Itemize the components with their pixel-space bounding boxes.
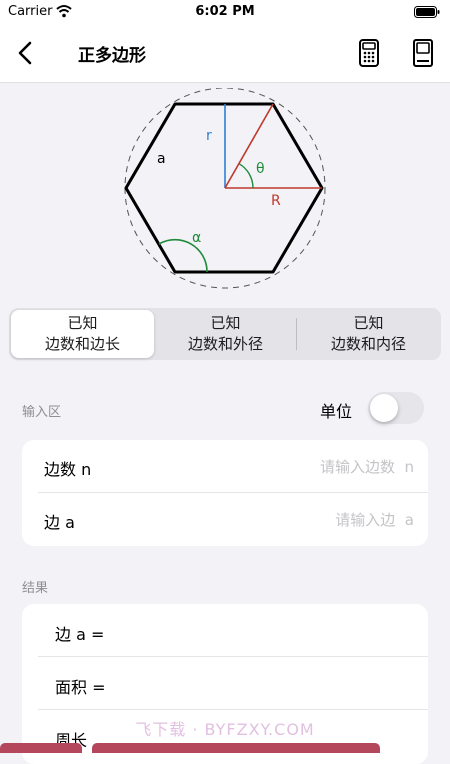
page-title: 正多边形 bbox=[78, 46, 146, 66]
sides-input[interactable] bbox=[212, 454, 416, 480]
label-R: R bbox=[271, 193, 281, 209]
nav-bar: 正多边形 bbox=[0, 24, 450, 83]
toggle-knob bbox=[370, 394, 398, 422]
tab-sides-and-inradius[interactable]: 已知 边数和内径 bbox=[297, 310, 440, 358]
back-button[interactable] bbox=[10, 36, 40, 70]
status-time: 6:02 PM bbox=[195, 4, 255, 19]
bottom-button-left[interactable] bbox=[0, 743, 82, 753]
edge-label: 边 a bbox=[44, 513, 75, 532]
mode-segmented-control: 已知 边数和边长 已知 边数和外径 已知 边数和内径 bbox=[9, 308, 441, 360]
input-section-label: 输入区 bbox=[22, 405, 62, 420]
calculator-icon[interactable] bbox=[356, 38, 382, 68]
bottom-button-main[interactable] bbox=[92, 743, 380, 753]
tab-line1: 已知 bbox=[67, 314, 98, 332]
polygon-diagram: r a θ R α bbox=[124, 88, 326, 289]
chevron-left-icon bbox=[18, 41, 32, 65]
tab-line2: 边数和外径 bbox=[187, 335, 263, 353]
circumradius-line-diagonal bbox=[224, 103, 274, 189]
watermark: 飞下载 · BYFZXY.COM bbox=[135, 720, 315, 739]
tab-line2: 边数和内径 bbox=[330, 335, 406, 353]
label-r: r bbox=[206, 128, 212, 144]
edge-input[interactable] bbox=[212, 507, 416, 533]
label-alpha: α bbox=[192, 230, 201, 246]
status-bar: Carrier 6:02 PM bbox=[0, 0, 450, 24]
tab-sides-and-circumradius[interactable]: 已知 边数和外径 bbox=[154, 310, 297, 358]
result-row-area: 面积 = bbox=[22, 657, 428, 709]
battery-icon bbox=[414, 6, 440, 18]
label-a: a bbox=[157, 151, 166, 167]
label-theta: θ bbox=[256, 161, 265, 177]
input-row-edge: 边 a bbox=[22, 493, 428, 545]
sides-label: 边数 n bbox=[44, 460, 92, 479]
tab-line1: 已知 bbox=[210, 314, 241, 332]
tab-line1: 已知 bbox=[353, 314, 384, 332]
result-section-label: 结果 bbox=[22, 581, 49, 596]
input-row-sides: 边数 n bbox=[22, 440, 428, 493]
input-card: 边数 n 边 a bbox=[22, 440, 428, 546]
unit-label: 单位 bbox=[320, 402, 353, 421]
result-area-label: 面积 = bbox=[55, 678, 106, 697]
theta-arc bbox=[238, 163, 254, 189]
result-card: 边 a = 面积 = 周长 bbox=[22, 604, 428, 764]
tab-sides-and-edge[interactable]: 已知 边数和边长 bbox=[11, 310, 154, 358]
book-icon[interactable] bbox=[411, 38, 435, 68]
result-row-edge: 边 a = bbox=[22, 604, 428, 656]
tab-line2: 边数和边长 bbox=[44, 335, 120, 353]
result-edge-label: 边 a = bbox=[55, 625, 105, 644]
unit-toggle[interactable] bbox=[368, 392, 424, 424]
